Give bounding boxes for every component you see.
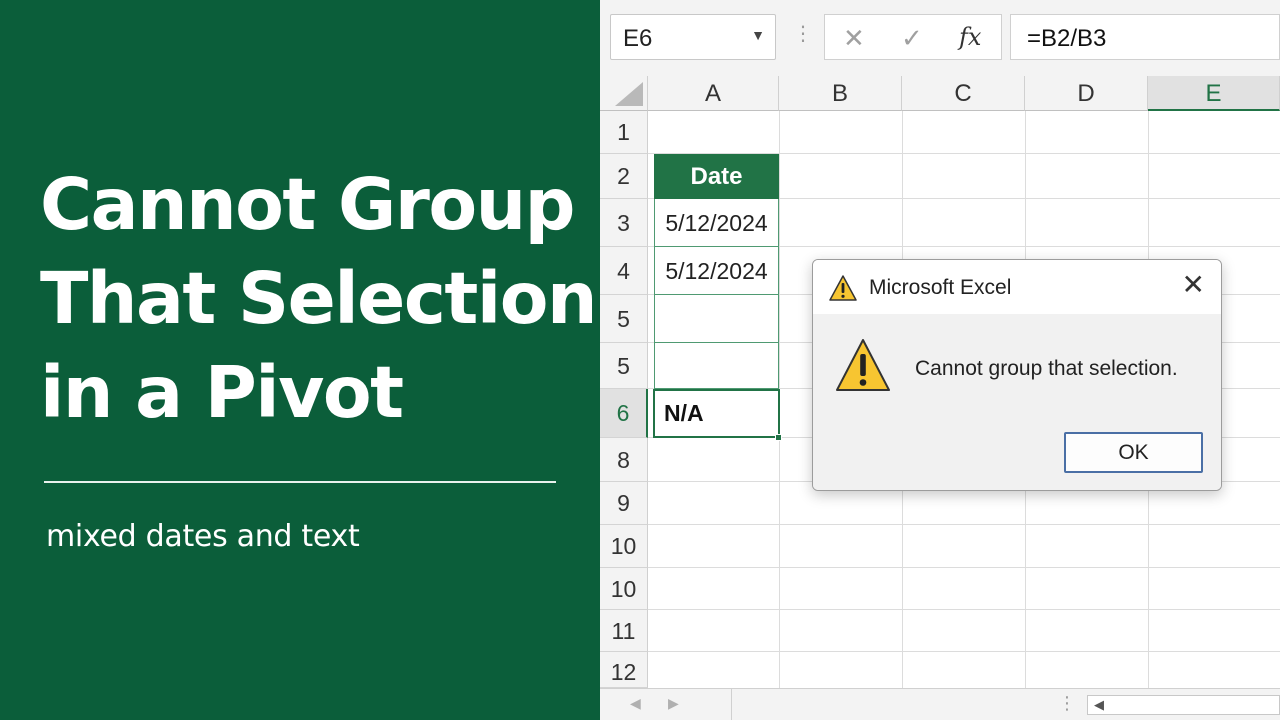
column-header-a[interactable]: A xyxy=(648,76,779,111)
row-header-8[interactable]: 8 xyxy=(600,438,648,482)
cell-a3[interactable]: 5/12/2024 xyxy=(654,199,779,247)
scroll-left-icon[interactable]: ◀ xyxy=(1094,697,1104,713)
tab-bar-divider xyxy=(731,689,732,720)
name-box-value: E6 xyxy=(623,25,653,52)
row-header-10[interactable]: 10 xyxy=(600,525,648,568)
column-header-d[interactable]: D xyxy=(1025,76,1148,111)
banner-title-line-2: That Selection xyxy=(40,257,598,340)
banner-subtitle: mixed dates and text xyxy=(46,519,360,554)
row-header-11[interactable]: 11 xyxy=(600,610,648,652)
banner-title-line-1: Cannot Group xyxy=(40,163,575,246)
column-header-b[interactable]: B xyxy=(779,76,902,111)
row-header-6[interactable]: 6 xyxy=(600,389,648,438)
formula-text: =B2/B3 xyxy=(1027,25,1107,52)
select-all-button[interactable] xyxy=(600,76,648,111)
tab-splitter-icon[interactable]: ⋮ xyxy=(1058,693,1076,714)
warning-triangle-icon xyxy=(829,275,857,301)
formula-input[interactable]: =B2/B3 xyxy=(1010,14,1280,60)
cell-a5[interactable] xyxy=(654,295,779,343)
banner-divider xyxy=(44,481,556,483)
cancel-icon[interactable]: ✕ xyxy=(843,23,865,54)
formula-bar-buttons: ✕ ✓ fx xyxy=(824,14,1002,60)
previous-sheet-icon[interactable]: ◀ xyxy=(630,695,641,712)
banner-title-line-3: in a Pivot xyxy=(40,351,404,434)
row-header-4[interactable]: 4 xyxy=(600,247,648,295)
row-header-5[interactable]: 5 xyxy=(600,295,648,343)
row-header-9[interactable]: 9 xyxy=(600,482,648,525)
dialog-message: Cannot group that selection. xyxy=(915,357,1178,380)
next-sheet-icon[interactable]: ▶ xyxy=(668,695,679,712)
cell-a6-active[interactable]: N/A xyxy=(653,389,780,438)
dialog-body: Cannot group that selection. OK xyxy=(813,314,1221,490)
grid-line xyxy=(648,567,1280,568)
grid-line xyxy=(648,609,1280,610)
grid-line xyxy=(648,651,1280,652)
fill-handle[interactable] xyxy=(775,434,782,441)
row-header-3[interactable]: 3 xyxy=(600,199,648,247)
row-header-10b[interactable]: 10 xyxy=(600,568,648,610)
banner-title: Cannot Group That Selection in a Pivot xyxy=(40,158,598,440)
cell-a2-date-header[interactable]: Date xyxy=(654,154,779,199)
formula-bar: E6 ▼ ⋮ ✕ ✓ fx =B2/B3 xyxy=(600,0,1280,76)
dialog-titlebar: Microsoft Excel ✕ xyxy=(813,260,1221,314)
column-header-c[interactable]: C xyxy=(902,76,1025,111)
cell-a4[interactable]: 5/12/2024 xyxy=(654,247,779,295)
column-header-e[interactable]: E xyxy=(1148,76,1280,111)
chevron-down-icon[interactable]: ▼ xyxy=(751,27,765,43)
grid-line xyxy=(648,524,1280,525)
sheet-tab-bar: ◀ ▶ ⋮ ◀ xyxy=(600,688,1280,720)
row-header-1[interactable]: 1 xyxy=(600,111,648,154)
close-icon[interactable]: ✕ xyxy=(1182,270,1205,300)
title-banner: Cannot Group That Selection in a Pivot m… xyxy=(0,0,600,720)
dialog-title: Microsoft Excel xyxy=(869,276,1012,299)
cell-a5b[interactable] xyxy=(654,343,779,389)
row-header-12[interactable]: 12 xyxy=(600,652,648,688)
warning-triangle-icon xyxy=(836,339,890,391)
horizontal-scrollbar[interactable]: ◀ xyxy=(1087,695,1280,715)
name-box[interactable]: E6 ▼ xyxy=(610,14,776,60)
row-header-2[interactable]: 2 xyxy=(600,154,648,199)
check-icon[interactable]: ✓ xyxy=(901,23,923,54)
select-all-triangle-icon xyxy=(615,82,643,106)
error-dialog: Microsoft Excel ✕ Cannot group that sele… xyxy=(812,259,1222,491)
row-header-5b[interactable]: 5 xyxy=(600,343,648,389)
insert-function-icon[interactable]: fx xyxy=(959,23,981,51)
formula-bar-separator-icon: ⋮ xyxy=(793,23,813,45)
ok-button[interactable]: OK xyxy=(1064,432,1203,473)
